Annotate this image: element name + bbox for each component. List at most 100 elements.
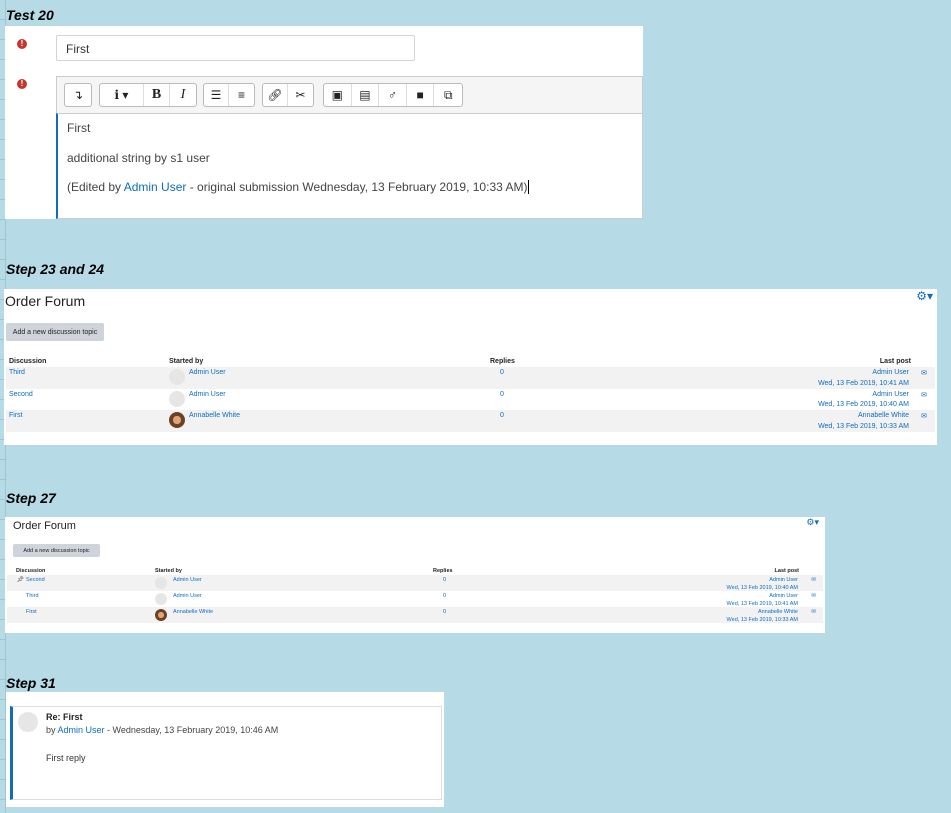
discussion-link[interactable]: First: [26, 609, 37, 615]
collapse-icon[interactable]: ↴: [65, 84, 91, 106]
discussion-link[interactable]: Third: [26, 593, 39, 599]
header-replies: Replies: [490, 358, 515, 365]
gear-icon[interactable]: ⚙▾: [806, 517, 819, 528]
edit-post-form: ! ! First ↴ i ▾ B I ☰ ≡ 🔗︎ ✂ ▣ ▤ ♂ ■ ⧉ F…: [5, 26, 643, 219]
message-line: First: [67, 121, 91, 135]
last-post-date-link[interactable]: Wed, 13 Feb 2019, 10:33 AM: [818, 423, 909, 430]
reply-panel: Re: First by Admin User - Wednesday, 13 …: [6, 692, 444, 807]
bullet-list-icon[interactable]: ☰: [204, 84, 230, 106]
header-discussion: Discussion: [16, 568, 46, 574]
info-icon[interactable]: i ▾: [100, 84, 144, 106]
message-editor[interactable]: First additional string by s1 user (Edit…: [56, 113, 643, 219]
numbered-list-icon[interactable]: ≡: [229, 84, 254, 106]
post-subject: Re: First: [46, 712, 83, 722]
media-icon[interactable]: ▤: [352, 84, 380, 106]
replies-link[interactable]: 0: [500, 412, 504, 419]
add-discussion-button[interactable]: Add a new discussion topic: [6, 323, 104, 341]
subject-input[interactable]: First: [56, 35, 415, 61]
post-body: First reply: [46, 753, 86, 763]
message-line: additional string by s1 user: [67, 151, 210, 165]
last-post-date-link[interactable]: Wed, 13 Feb 2019, 10:41 AM: [818, 380, 909, 387]
avatar: [155, 577, 167, 589]
edited-suffix: - original submission Wednesday, 13 Febr…: [186, 180, 528, 194]
discussion-link[interactable]: Second: [9, 391, 33, 398]
edited-note: (Edited by Admin User - original submiss…: [67, 180, 530, 194]
table-row: Third Admin User 0 Admin User ✉ Wed, 13 Feb 2…: [6, 367, 935, 389]
discussion-link[interactable]: First: [9, 412, 23, 419]
avatar: [169, 390, 185, 407]
replies-link[interactable]: 0: [443, 577, 446, 583]
started-by-link[interactable]: Admin User: [189, 369, 226, 376]
mail-icon[interactable]: ✉: [921, 369, 927, 377]
error-icon: !: [17, 79, 27, 89]
record-video-icon[interactable]: ■: [407, 84, 435, 106]
last-post-user-link[interactable]: Admin User: [872, 391, 909, 398]
replies-link[interactable]: 0: [500, 369, 504, 376]
gear-icon[interactable]: ⚙▾: [916, 289, 933, 303]
started-by-link[interactable]: Annabelle White: [189, 412, 240, 419]
last-post-date-link[interactable]: Wed, 13 Feb 2019, 10:33 AM: [727, 617, 798, 623]
record-audio-icon[interactable]: ♂: [379, 84, 407, 106]
last-post-user-link[interactable]: Admin User: [769, 577, 798, 583]
started-by-link[interactable]: Admin User: [189, 391, 226, 398]
error-icon: !: [17, 39, 27, 49]
last-post-date-link[interactable]: Wed, 13 Feb 2019, 10:40 AM: [818, 401, 909, 408]
byline-prefix: by: [46, 725, 58, 735]
replies-link[interactable]: 0: [500, 391, 504, 398]
forum-title: Order Forum: [13, 520, 76, 532]
header-started-by: Started by: [155, 568, 182, 574]
byline-date: - Wednesday, 13 February 2019, 10:46 AM: [104, 725, 279, 735]
table-row: Third Admin User 0 Admin User ✉ Wed, 13 Feb 2…: [7, 591, 823, 607]
step-label-step27: Step 27: [6, 490, 56, 506]
header-last-post: Last post: [879, 358, 911, 365]
toolbar-group: ☰ ≡: [203, 83, 255, 107]
post-byline: by Admin User - Wednesday, 13 February 2…: [46, 725, 278, 735]
mail-icon[interactable]: ✉: [811, 593, 816, 599]
table-row: 📌︎ Second Admin User 0 Admin User ✉ Wed, 13 Fe…: [7, 575, 823, 591]
last-post-user-link[interactable]: Annabelle White: [858, 412, 909, 419]
unlink-icon[interactable]: ✂: [288, 84, 313, 106]
manage-files-icon[interactable]: ⧉: [434, 84, 462, 106]
avatar: [169, 369, 185, 385]
table-row: Second Admin User 0 Admin User ✉ Wed, 13 Feb …: [6, 389, 935, 411]
image-icon[interactable]: ▣: [324, 84, 352, 106]
mail-icon[interactable]: ✉: [811, 609, 816, 615]
header-discussion: Discussion: [9, 358, 47, 365]
avatar: [169, 412, 185, 428]
started-by-link[interactable]: Admin User: [173, 577, 202, 583]
started-by-link[interactable]: Admin User: [173, 593, 202, 599]
toolbar-group: ▣ ▤ ♂ ■ ⧉: [323, 83, 463, 107]
mail-icon[interactable]: ✉: [811, 577, 816, 583]
last-post-user-link[interactable]: Admin User: [872, 369, 909, 376]
step-label-test20: Test 20: [6, 7, 54, 23]
header-last-post: Last post: [774, 568, 799, 574]
forum-title: Order Forum: [5, 293, 86, 309]
pin-icon: 📌︎: [17, 577, 24, 583]
step-label-step31: Step 31: [6, 675, 56, 691]
forum-panel-step23: Order Forum ⚙▾ Add a new discussion topi…: [4, 289, 937, 445]
started-by-link[interactable]: Annabelle White: [173, 609, 213, 615]
replies-link[interactable]: 0: [443, 593, 446, 599]
replies-link[interactable]: 0: [443, 609, 446, 615]
add-discussion-button[interactable]: Add a new discussion topic: [13, 544, 100, 557]
avatar: [155, 593, 167, 605]
discussion-link[interactable]: Third: [9, 369, 25, 376]
last-post-user-link[interactable]: Admin User: [769, 593, 798, 599]
mail-icon[interactable]: ✉: [921, 391, 927, 399]
header-started-by: Started by: [169, 358, 204, 365]
last-post-user-link[interactable]: Annabelle White: [758, 609, 798, 615]
table-row: First Annabelle White 0 Annabelle White ✉ Wed…: [7, 607, 823, 623]
italic-icon[interactable]: I: [170, 84, 196, 106]
edited-prefix: (Edited by: [67, 180, 124, 194]
mail-icon[interactable]: ✉: [921, 412, 927, 420]
link-icon[interactable]: 🔗︎: [263, 84, 289, 106]
table-row: First Annabelle White 0 Annabelle White ✉ Wed…: [6, 410, 935, 432]
discussion-link[interactable]: Second: [26, 577, 45, 583]
bold-icon[interactable]: B: [144, 84, 170, 106]
forum-panel-step27: Order Forum ⚙▾ Add a new discussion topi…: [5, 517, 825, 633]
editor-toolbar: ↴ i ▾ B I ☰ ≡ 🔗︎ ✂ ▣ ▤ ♂ ■ ⧉: [56, 76, 643, 113]
step-label-step23: Step 23 and 24: [6, 261, 105, 277]
author-link[interactable]: Admin User: [58, 725, 105, 735]
toolbar-group: 🔗︎ ✂: [262, 83, 314, 107]
edited-user-link[interactable]: Admin User: [124, 180, 187, 194]
